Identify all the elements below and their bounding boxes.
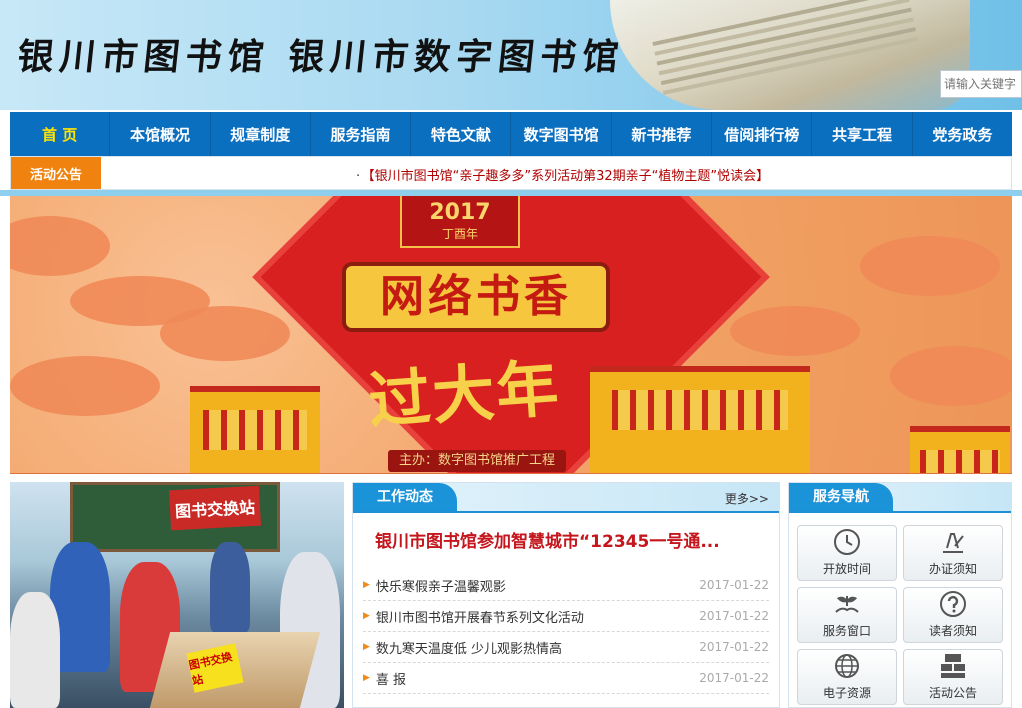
service-open-hours-button[interactable]: 开放时间	[797, 525, 897, 581]
arrow-icon: ▶	[363, 611, 370, 621]
pavilion-gate-image	[590, 366, 810, 473]
notice-bullet: ·	[356, 169, 361, 184]
service-reader-notice-button[interactable]: 读者须知	[903, 587, 1003, 643]
event-photo[interactable]: 图书交换站 图书交换站	[10, 482, 344, 708]
news-item-title: 喜 报	[375, 672, 407, 688]
nav-item-ranking[interactable]: 借阅排行榜	[712, 112, 813, 156]
arrow-icon: ▶	[363, 673, 370, 683]
nav-item-rules[interactable]: 规章制度	[211, 112, 311, 156]
open-book-image	[610, 0, 970, 110]
nav-item-new-books[interactable]: 新书推荐	[612, 112, 713, 156]
service-panel-header: 服务导航	[789, 483, 1011, 513]
cloud-tree-decoration	[730, 306, 860, 356]
nav-item-service-guide[interactable]: 服务指南	[311, 112, 412, 156]
year-sub-text: 丁酉年	[441, 227, 478, 241]
nav-item-digital-library[interactable]: 数字图书馆	[511, 112, 612, 156]
banner-host: 主办：数字图书馆推广工程	[388, 450, 566, 472]
banner-subtitle: 过大年	[366, 351, 563, 438]
cloud-tree-decoration	[890, 346, 1012, 406]
site-header: 银川市图书馆 银川市数字图书馆	[0, 0, 1022, 110]
service-label: 服务窗口	[822, 624, 871, 638]
service-label: 读者须知	[928, 624, 977, 638]
news-headline-link[interactable]: 银川市图书馆参加智慧城市“12345一号通...	[375, 527, 765, 552]
year-text: 2017	[429, 200, 491, 225]
news-item-title: 快乐寒假亲子温馨观影	[375, 579, 506, 595]
cloud-tree-decoration	[160, 306, 290, 361]
news-item-title: 银川市图书馆开展春节系列文化活动	[375, 610, 584, 626]
notice-message-link[interactable]: · 【银川市图书馆“亲子趣多多”系列活动第32期亲子“植物主题”悦读会】	[356, 165, 769, 184]
arrow-icon: ▶	[363, 580, 370, 590]
child-figure	[10, 592, 60, 708]
banner-title: 网络书香	[342, 262, 610, 332]
service-card-notice-button[interactable]: 办证须知	[903, 525, 1003, 581]
notice-message: 【银川市图书馆“亲子趣多多”系列活动第32期亲子“植物主题”悦读会】	[368, 169, 770, 184]
news-item-date: 2017-01-22	[699, 671, 769, 685]
arrow-icon: ▶	[363, 642, 370, 652]
news-more-link[interactable]: 更多>>	[725, 490, 769, 507]
question-icon	[939, 590, 967, 618]
service-label: 活动公告	[928, 686, 977, 700]
child-figure	[210, 542, 250, 632]
list-item[interactable]: ▶ 快乐寒假亲子温馨观影 2017-01-22	[363, 570, 769, 601]
news-item-title: 数九寒天温度低 少儿观影热情高	[375, 641, 563, 657]
promo-banner[interactable]: 2017 丁酉年 网络书香 过大年 主办：数字图书馆推广工程	[10, 196, 1012, 474]
service-grid: 开放时间 办证须知 服务窗口 读者须知 电子资源 活动公告	[789, 513, 1011, 705]
globe-icon	[833, 652, 861, 680]
service-panel: 服务导航 开放时间 办证须知 服务窗口 读者须知 电子资源 活动公告	[788, 482, 1012, 708]
site-logo[interactable]: 银川市图书馆 银川市数字图书馆	[15, 28, 627, 80]
pen-icon	[939, 528, 967, 556]
nav-item-special-docs[interactable]: 特色文献	[411, 112, 512, 156]
service-label: 开放时间	[822, 562, 871, 576]
news-item-date: 2017-01-22	[699, 609, 769, 623]
list-item[interactable]: ▶ 喜 报 2017-01-22	[363, 663, 769, 694]
service-label: 办证须知	[928, 562, 977, 576]
nav-item-overview[interactable]: 本馆概况	[110, 112, 211, 156]
news-item-date: 2017-01-22	[699, 578, 769, 592]
list-item[interactable]: ▶ 数九寒天温度低 少儿观影热情高 2017-01-22	[363, 632, 769, 663]
year-badge: 2017 丁酉年	[400, 196, 520, 248]
nav-item-sharing[interactable]: 共享工程	[812, 112, 913, 156]
photo-sign: 图书交换站	[169, 485, 261, 531]
cloud-tree-decoration	[10, 356, 160, 416]
best-icon	[939, 652, 967, 680]
news-panel-header: 工作动态 更多>>	[353, 483, 779, 513]
service-window-button[interactable]: 服务窗口	[797, 587, 897, 643]
service-panel-title: 服务导航	[789, 483, 893, 511]
search-input[interactable]	[940, 70, 1022, 98]
nav-item-party-affairs[interactable]: 党务政务	[913, 112, 1012, 156]
hands-icon	[833, 590, 861, 618]
nav-item-home[interactable]: 首 页	[10, 112, 111, 156]
news-panel: 工作动态 更多>> 银川市图书馆参加智慧城市“12345一号通... ▶ 快乐寒假…	[352, 482, 780, 708]
service-activity-notice-button[interactable]: 活动公告	[903, 649, 1003, 705]
main-nav: 首 页 本馆概况 规章制度 服务指南 特色文献 数字图书馆 新书推荐 借阅排行榜…	[10, 112, 1012, 156]
pavilion-left-image	[190, 386, 320, 473]
news-panel-title: 工作动态	[353, 483, 457, 511]
list-item[interactable]: ▶ 银川市图书馆开展春节系列文化活动 2017-01-22	[363, 601, 769, 632]
cloud-tree-decoration	[860, 236, 1000, 296]
notice-tag: 活动公告	[11, 157, 101, 189]
service-e-resources-button[interactable]: 电子资源	[797, 649, 897, 705]
notice-bar: 活动公告 · 【银川市图书馆“亲子趣多多”系列活动第32期亲子“植物主题”悦读会】	[10, 156, 1012, 190]
news-list: ▶ 快乐寒假亲子温馨观影 2017-01-22 ▶ 银川市图书馆开展春节系列文化活动 2…	[363, 570, 769, 694]
clock-icon	[833, 528, 861, 556]
service-label: 电子资源	[822, 686, 871, 700]
pavilion-right-image	[910, 426, 1010, 473]
news-item-date: 2017-01-22	[699, 640, 769, 654]
